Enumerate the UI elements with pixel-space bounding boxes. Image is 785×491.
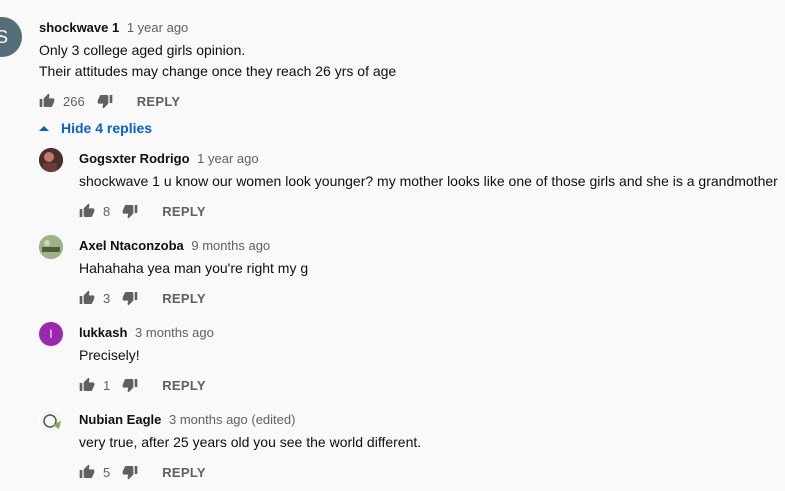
reply-button[interactable]: REPLY	[162, 291, 206, 306]
reply-button[interactable]: REPLY	[162, 378, 206, 393]
like-icon[interactable]	[79, 464, 95, 480]
action-toolbar: 8 REPLY	[79, 201, 206, 221]
reply-button[interactable]: REPLY	[137, 94, 181, 109]
like-count: 266	[63, 93, 85, 109]
like-icon[interactable]	[79, 290, 95, 306]
dislike-icon[interactable]	[122, 290, 138, 306]
avatar[interactable]: S	[0, 17, 22, 57]
author-name[interactable]: lukkash	[79, 325, 127, 340]
author-name[interactable]: Nubian Eagle	[79, 412, 161, 427]
comment-text: shockwave 1 u know our women look younge…	[79, 173, 778, 189]
timestamp[interactable]: 1 year ago	[127, 20, 188, 35]
dislike-icon[interactable]	[122, 203, 138, 219]
reply-button[interactable]: REPLY	[162, 465, 206, 480]
like-icon[interactable]	[79, 377, 95, 393]
author-name[interactable]: shockwave 1	[39, 20, 119, 35]
comment-text-line: Their attitudes may change once they rea…	[39, 63, 397, 79]
action-toolbar: 1 REPLY	[79, 375, 206, 395]
author-name[interactable]: Axel Ntaconzoba	[79, 238, 184, 253]
chevron-up-icon	[39, 126, 49, 131]
comment-header: lukkash 3 months ago	[79, 325, 214, 340]
timestamp[interactable]: 1 year ago	[197, 151, 258, 166]
comment-header: Nubian Eagle 3 months ago (edited)	[79, 412, 295, 427]
like-count: 3	[103, 290, 111, 306]
like-icon[interactable]	[79, 203, 95, 219]
comment-text: Precisely!	[79, 347, 140, 363]
like-count: 5	[103, 464, 111, 480]
avatar-photo	[39, 235, 63, 259]
like-count: 8	[103, 203, 111, 219]
timestamp[interactable]: 3 months ago	[135, 325, 214, 340]
avatar-photo	[39, 148, 63, 172]
hide-replies-toggle[interactable]: Hide 4 replies	[39, 120, 152, 136]
reply-button[interactable]: REPLY	[162, 204, 206, 219]
comment-text: Hahahaha yea man you're right my g	[79, 260, 309, 276]
like-count: 1	[103, 377, 111, 393]
comment-header: shockwave 1 1 year ago	[39, 20, 188, 35]
dislike-icon[interactable]	[122, 464, 138, 480]
comment-text: very true, after 25 years old you see th…	[79, 434, 422, 450]
author-name[interactable]: Gogsxter Rodrigo	[79, 151, 190, 166]
comment-header: Gogsxter Rodrigo 1 year ago	[79, 151, 259, 166]
avatar[interactable]	[39, 235, 63, 259]
action-toolbar: 3 REPLY	[79, 288, 206, 308]
avatar-letter: l	[49, 327, 53, 341]
comment-header: Axel Ntaconzoba 9 months ago	[79, 238, 270, 253]
avatar[interactable]	[39, 148, 63, 172]
hide-replies-label: Hide 4 replies	[61, 120, 153, 136]
dislike-icon[interactable]	[97, 93, 113, 109]
action-toolbar: 5 REPLY	[79, 462, 206, 482]
avatar[interactable]: l	[39, 322, 63, 346]
avatar[interactable]	[39, 409, 63, 433]
action-toolbar: 266 REPLY	[39, 91, 180, 111]
comment-text-line: Only 3 college aged girls opinion.	[39, 42, 246, 58]
like-icon[interactable]	[39, 93, 55, 109]
timestamp[interactable]: 3 months ago (edited)	[169, 412, 295, 427]
avatar-letter: S	[0, 26, 8, 47]
timestamp[interactable]: 9 months ago	[191, 238, 270, 253]
dislike-icon[interactable]	[122, 377, 138, 393]
avatar-photo	[40, 410, 62, 432]
